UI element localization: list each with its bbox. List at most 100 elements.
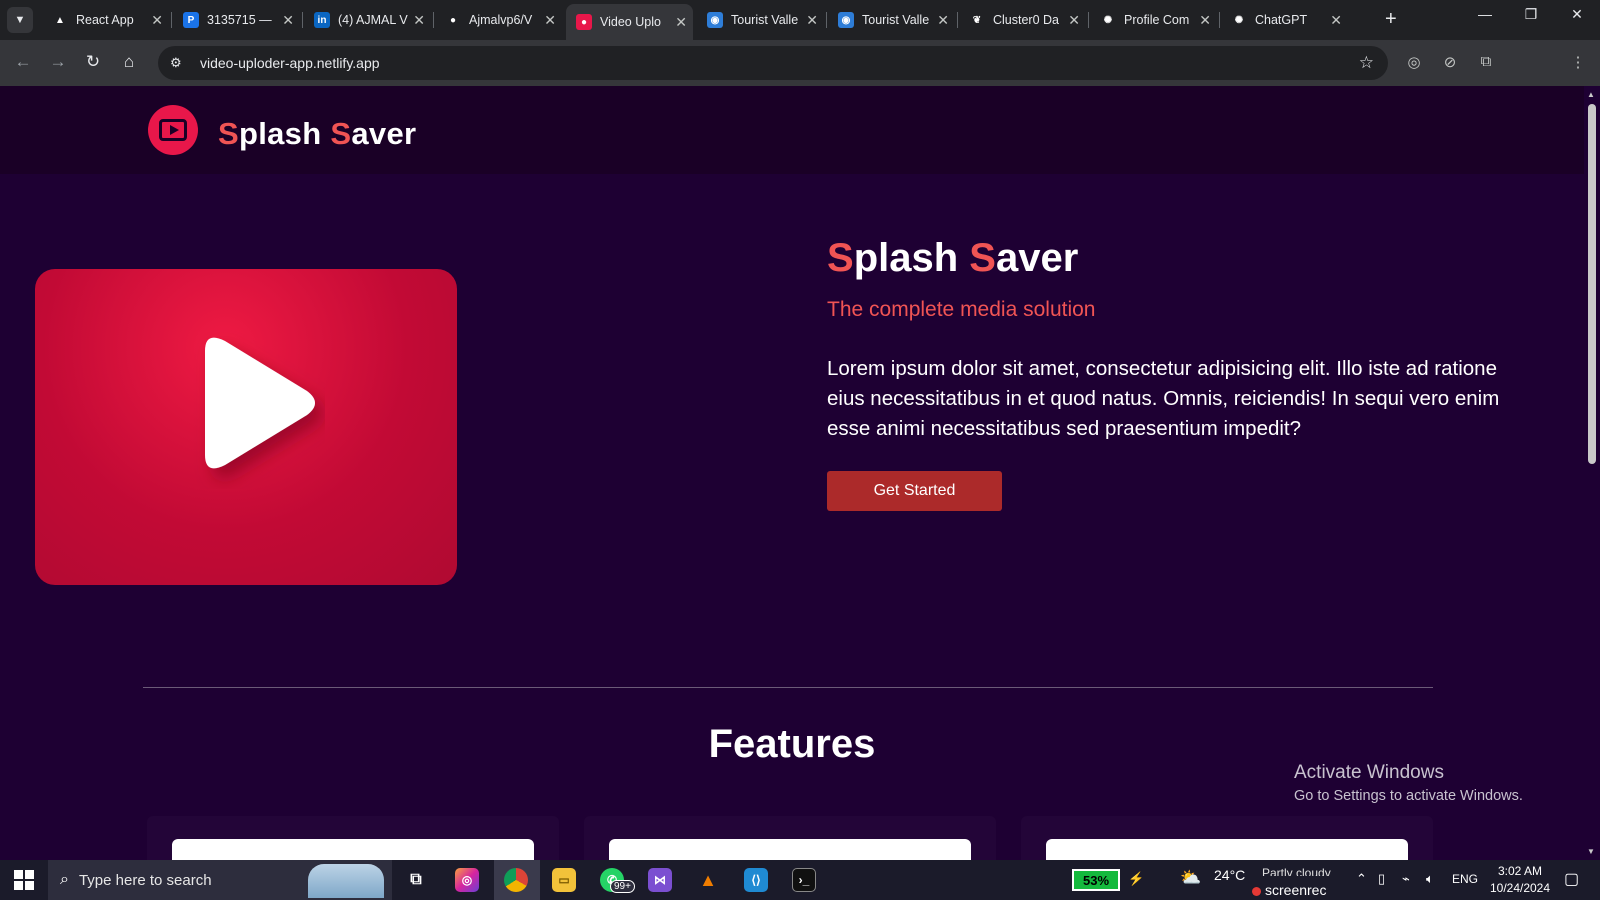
- browser-tab[interactable]: P 3135715 — ✕: [173, 6, 300, 34]
- scroll-down-arrow-icon[interactable]: ▼: [1587, 847, 1595, 856]
- brand-initial-2: S: [330, 116, 352, 151]
- volume-icon[interactable]: 🔈︎: [1426, 871, 1434, 887]
- close-tab-icon[interactable]: ✕: [937, 12, 949, 29]
- close-tab-icon[interactable]: ✕: [806, 12, 818, 29]
- weather-text[interactable]: Partly cloudy: [1262, 866, 1331, 876]
- terminal-icon[interactable]: ›_: [792, 868, 816, 892]
- chevron-up-icon[interactable]: ⌃: [1356, 871, 1367, 887]
- hero-title-initial-1: S: [827, 236, 854, 280]
- tab-title: Tourist Valle: [862, 13, 930, 27]
- close-tab-icon[interactable]: ✕: [544, 12, 556, 29]
- address-bar[interactable]: ⚙ video-uploder-app.netlify.app ☆: [158, 46, 1388, 80]
- tab-separator: [1219, 12, 1220, 28]
- browser-tab[interactable]: ❦ Cluster0 Da ✕: [959, 6, 1086, 34]
- tab-title: (4) AJMAL V: [338, 13, 408, 27]
- tab-separator: [433, 12, 434, 28]
- vlc-icon[interactable]: ▲: [696, 868, 720, 892]
- new-tab-button[interactable]: +: [1385, 8, 1397, 31]
- close-tab-icon[interactable]: ✕: [1068, 12, 1080, 29]
- chrome-icon[interactable]: [504, 868, 528, 892]
- more-menu-icon[interactable]: ⋮: [1568, 53, 1588, 71]
- close-tab-icon[interactable]: ✕: [413, 12, 425, 29]
- browser-tab[interactable]: ● Video Uplo ✕: [566, 4, 693, 40]
- home-button[interactable]: ⌂: [118, 52, 140, 72]
- battery-indicator[interactable]: 53%: [1072, 869, 1120, 891]
- site-header: Splash Saver: [0, 86, 1584, 174]
- visual-studio-icon[interactable]: ⋈: [648, 868, 672, 892]
- feature-card-image: [172, 839, 534, 860]
- feature-card[interactable]: [1021, 816, 1433, 860]
- arrow-left-icon: ←: [14, 52, 32, 71]
- taskbar-search[interactable]: ⌕ Type here to search: [48, 860, 392, 900]
- file-explorer-icon[interactable]: ▭: [552, 868, 576, 892]
- tab-title: ChatGPT: [1255, 13, 1308, 27]
- url-text[interactable]: video-uploder-app.netlify.app: [200, 55, 380, 71]
- bookmark-star-icon[interactable]: ☆: [1359, 53, 1374, 73]
- battery-tray-icon[interactable]: ▯: [1378, 871, 1385, 887]
- browser-tab[interactable]: in (4) AJMAL V ✕: [304, 6, 431, 34]
- site-info-icon[interactable]: ⚙: [170, 55, 186, 71]
- minimize-button[interactable]: —: [1470, 6, 1500, 22]
- hero-play-graphic: [35, 269, 457, 585]
- puzzle-icon[interactable]: ⧉: [1476, 53, 1496, 70]
- browser-tab[interactable]: ◉ Tourist Valle ✕: [697, 6, 824, 34]
- restore-icon: ❐: [1524, 6, 1538, 22]
- search-placeholder: Type here to search: [78, 871, 212, 889]
- browser-tab[interactable]: ✺ Profile Com ✕: [1090, 6, 1217, 34]
- close-tab-icon[interactable]: ✕: [1330, 12, 1342, 29]
- windows-start-icon[interactable]: [14, 870, 34, 890]
- screenrec-label: screenrec: [1265, 882, 1327, 898]
- get-started-button[interactable]: Get Started: [827, 471, 1002, 511]
- features-heading: Features: [708, 722, 876, 766]
- task-view-icon[interactable]: ⧉: [404, 868, 428, 892]
- brand-word-2: aver: [351, 116, 417, 151]
- forward-button[interactable]: →: [47, 52, 69, 72]
- network-icon[interactable]: ⌁: [1402, 871, 1410, 887]
- hero-title-word-2: aver: [995, 236, 1079, 280]
- back-button[interactable]: ←: [12, 52, 34, 72]
- brand-name[interactable]: Splash Saver: [218, 116, 416, 152]
- hero-title: Splash Saver: [827, 236, 1078, 281]
- notifications-icon[interactable]: ▢: [1564, 869, 1579, 889]
- page-viewport: Splash Saver Splash Saver The complete m…: [0, 86, 1584, 860]
- tab-search-button[interactable]: ▼: [7, 7, 33, 33]
- close-tab-icon[interactable]: ✕: [1199, 12, 1211, 29]
- close-tab-icon[interactable]: ✕: [151, 12, 163, 29]
- search-icon: ⌕: [60, 871, 69, 888]
- close-window-button[interactable]: ✕: [1562, 6, 1592, 23]
- temperature-text[interactable]: 24°C: [1214, 867, 1245, 883]
- tab-separator: [302, 12, 303, 28]
- tab-title: Cluster0 Da: [993, 13, 1059, 27]
- openai-icon: ✺: [1100, 12, 1116, 28]
- close-tab-icon[interactable]: ✕: [675, 14, 687, 31]
- hero-description: Lorem ipsum dolor sit amet, consectetur …: [827, 357, 1500, 440]
- mongodb-leaf-icon: ❦: [969, 12, 985, 28]
- feature-card[interactable]: [584, 816, 996, 860]
- feature-card[interactable]: [147, 816, 559, 860]
- page-scrollbar[interactable]: ▲ ▼: [1584, 86, 1600, 860]
- instagram-icon[interactable]: ◎: [455, 868, 479, 892]
- browser-tab[interactable]: ◉ Tourist Valle ✕: [828, 6, 955, 34]
- scroll-up-arrow-icon[interactable]: ▲: [1587, 90, 1595, 99]
- tab-separator: [957, 12, 958, 28]
- vscode-icon[interactable]: ⟨⟩: [744, 868, 768, 892]
- language-indicator[interactable]: ENG: [1452, 872, 1478, 886]
- compass-icon[interactable]: ⊘: [1440, 53, 1460, 71]
- clock-date[interactable]: 10/24/2024: [1484, 881, 1556, 895]
- tab-title: React App: [76, 13, 134, 27]
- browser-tab[interactable]: ▲ React App ✕: [42, 6, 169, 34]
- logo-icon[interactable]: [148, 105, 198, 155]
- partly-cloudy-icon[interactable]: ⛅: [1180, 868, 1201, 888]
- close-tab-icon[interactable]: ✕: [282, 12, 294, 29]
- extension-icon[interactable]: ◎: [1404, 53, 1424, 71]
- tab-separator: [826, 12, 827, 28]
- scroll-thumb[interactable]: [1588, 104, 1596, 464]
- hero-subtitle: The complete media solution: [827, 298, 1096, 321]
- browser-tab[interactable]: ✺ ChatGPT ✕: [1221, 6, 1348, 34]
- tab-title: Tourist Valle: [731, 13, 799, 27]
- restore-button[interactable]: ❐: [1516, 6, 1546, 23]
- browser-tab[interactable]: ● Ajmalvp6/V ✕: [435, 6, 562, 34]
- reload-button[interactable]: ↻: [82, 52, 104, 72]
- clock-time[interactable]: 3:02 AM: [1490, 864, 1550, 878]
- tab-separator: [1088, 12, 1089, 28]
